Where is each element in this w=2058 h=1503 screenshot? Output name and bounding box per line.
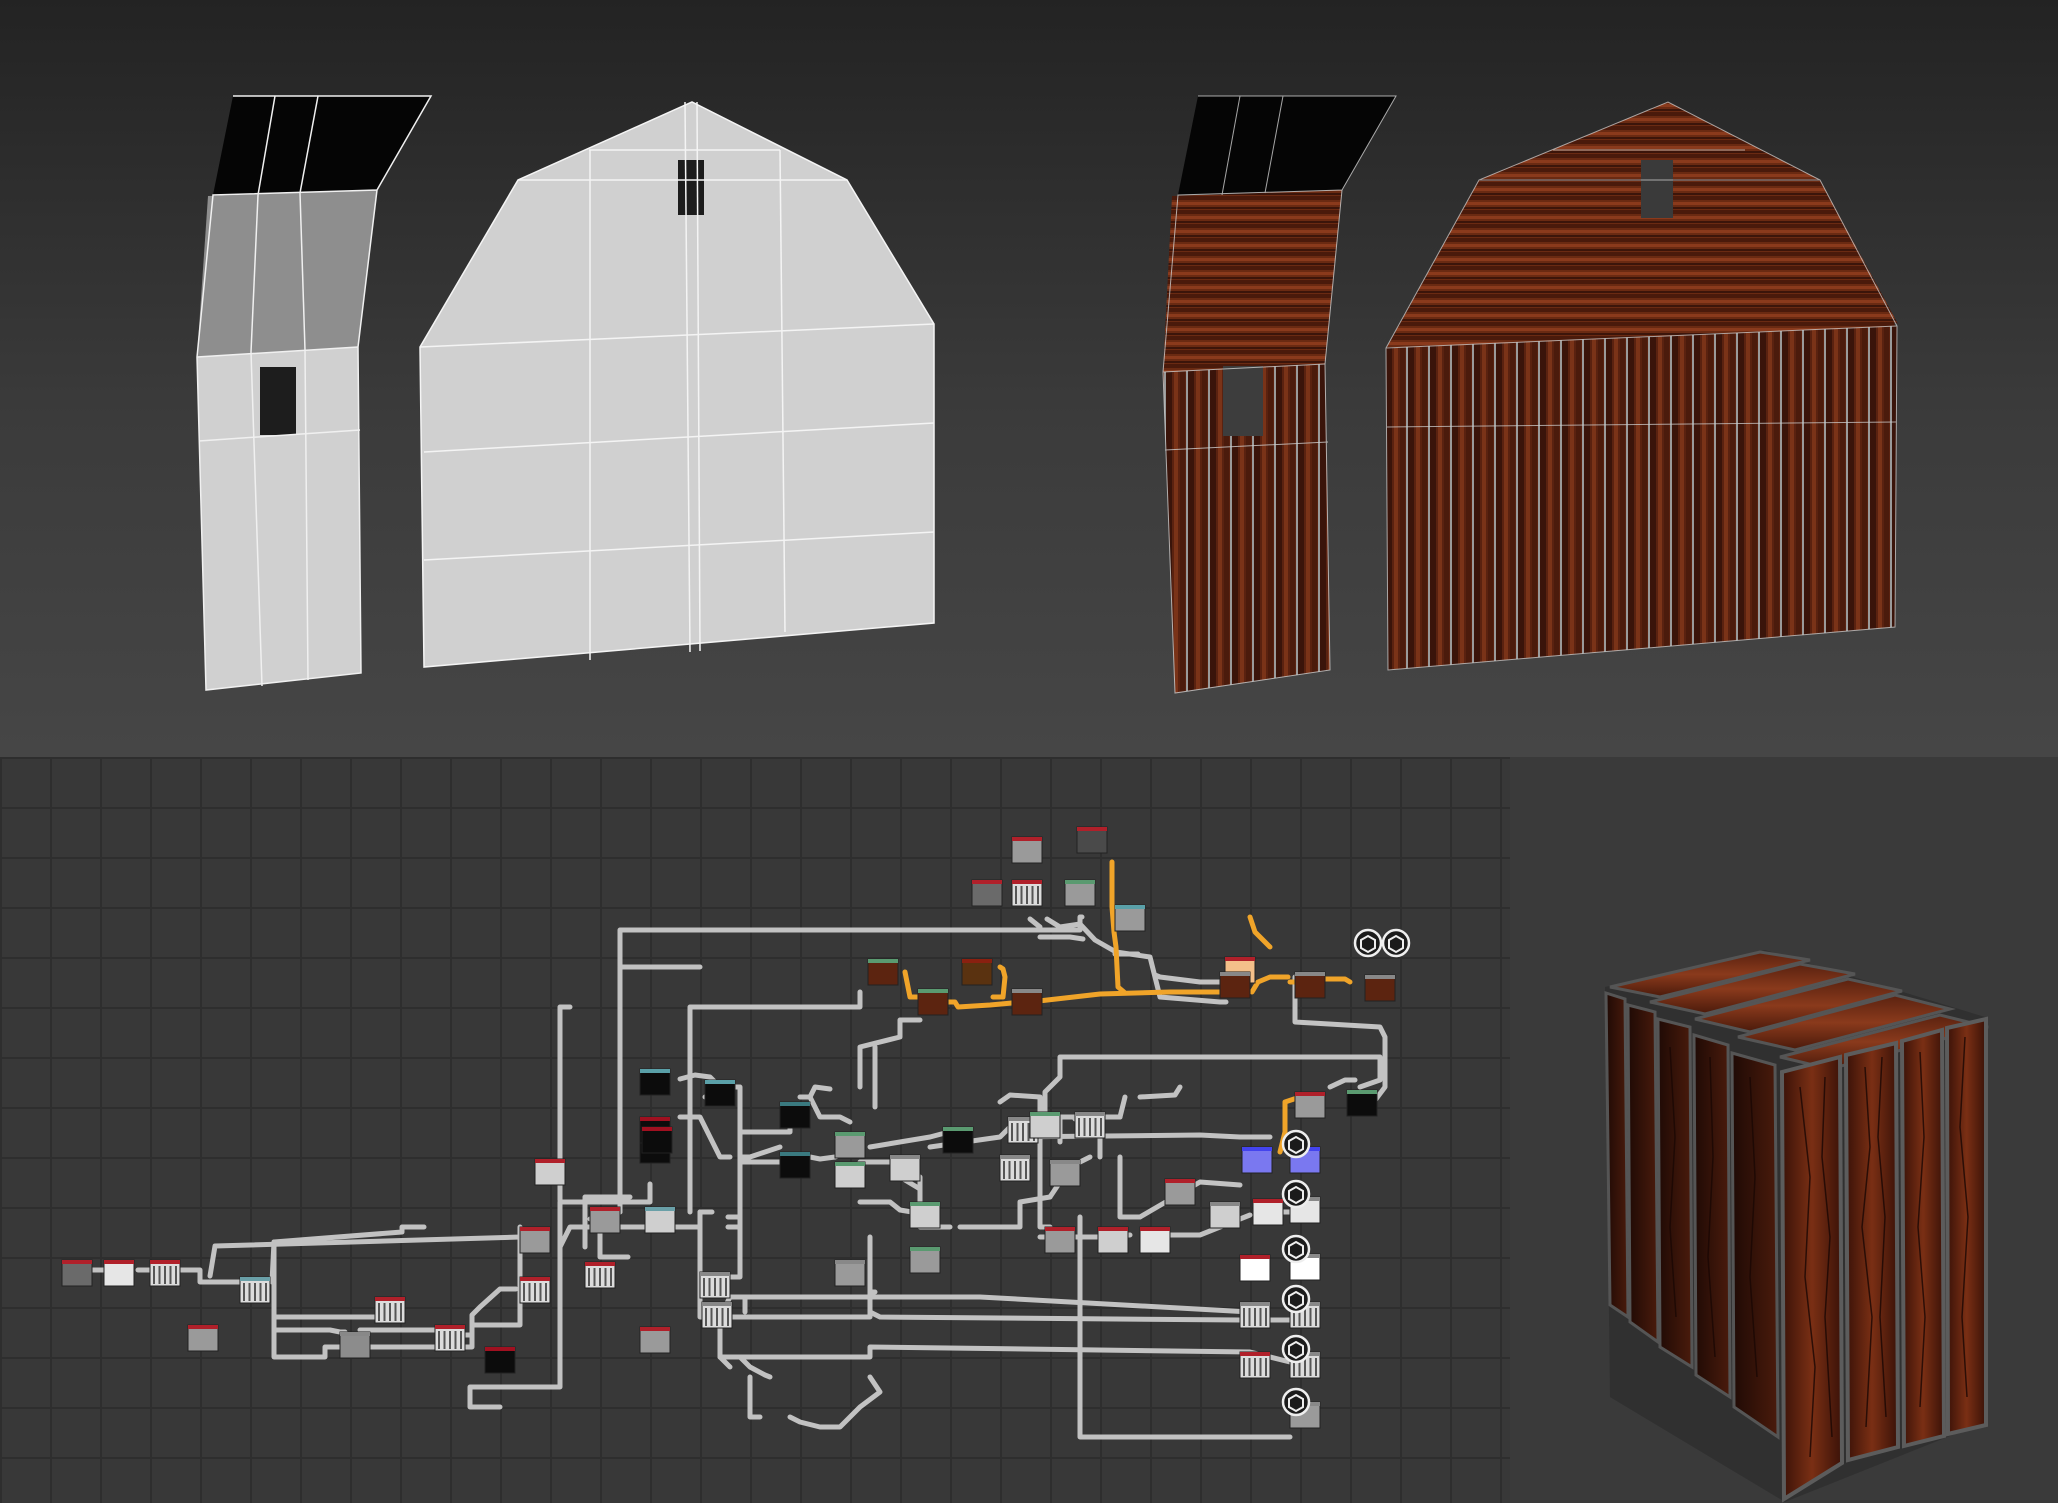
graph-node[interactable] (942, 1126, 974, 1154)
graph-node[interactable] (434, 1324, 466, 1352)
graph-node[interactable] (1011, 988, 1043, 1016)
output-node-icon[interactable] (1281, 1284, 1311, 1314)
graph-node[interactable] (999, 1154, 1031, 1182)
graph-node[interactable] (889, 1154, 921, 1182)
graph-node[interactable] (1239, 1301, 1271, 1329)
graph-node[interactable] (779, 1151, 811, 1179)
graph-node[interactable] (1241, 1146, 1273, 1174)
output-node-icon[interactable] (1353, 928, 1383, 958)
graph-node[interactable] (1029, 1111, 1061, 1139)
graph-node[interactable] (1076, 826, 1108, 854)
material-preview[interactable] (1510, 757, 2058, 1503)
graph-node[interactable] (834, 1161, 866, 1189)
graph-node[interactable] (1064, 879, 1096, 907)
graph-node[interactable] (1252, 1198, 1284, 1226)
graph-node[interactable] (374, 1296, 406, 1324)
graph-node[interactable] (834, 1259, 866, 1287)
preview-cube[interactable] (1604, 950, 1989, 1503)
graph-node[interactable] (1044, 1226, 1076, 1254)
node-graph[interactable] (0, 757, 1510, 1503)
graph-node[interactable] (519, 1226, 551, 1254)
checker-node-icon[interactable] (1381, 928, 1411, 958)
graph-node[interactable] (589, 1206, 621, 1234)
graph-node[interactable] (519, 1276, 551, 1304)
graph-node[interactable] (1346, 1089, 1378, 1117)
graph-node[interactable] (834, 1131, 866, 1159)
graph-node[interactable] (917, 988, 949, 1016)
graph-node[interactable] (909, 1246, 941, 1274)
3d-viewport[interactable] (0, 0, 2058, 757)
graph-node[interactable] (1097, 1226, 1129, 1254)
gable-wall-mesh-untextured[interactable] (419, 101, 935, 668)
graph-node[interactable] (1164, 1178, 1196, 1206)
side-wall-mesh-textured[interactable] (1162, 95, 1397, 694)
graph-node[interactable] (704, 1079, 736, 1107)
graph-node[interactable] (1011, 879, 1043, 907)
gable-wall-mesh-textured[interactable] (1385, 101, 1898, 671)
graph-node[interactable] (149, 1259, 181, 1287)
graph-node[interactable] (639, 1326, 671, 1354)
graph-node[interactable] (103, 1259, 135, 1287)
graph-node[interactable] (1074, 1111, 1106, 1139)
graph-node[interactable] (61, 1259, 93, 1287)
graph-node[interactable] (484, 1346, 516, 1374)
graph-node[interactable] (1209, 1201, 1241, 1229)
graph-node[interactable] (1294, 971, 1326, 999)
graph-node[interactable] (1139, 1226, 1171, 1254)
graph-node[interactable] (239, 1276, 271, 1304)
graph-node[interactable] (644, 1206, 676, 1234)
graph-node[interactable] (1239, 1351, 1271, 1379)
graph-node[interactable] (187, 1324, 219, 1352)
output-node-icon[interactable] (1281, 1334, 1311, 1364)
graph-node[interactable] (1239, 1254, 1271, 1282)
graph-node[interactable] (584, 1261, 616, 1289)
side-wall-mesh-untextured[interactable] (196, 95, 433, 691)
graph-node[interactable] (1294, 1091, 1326, 1119)
graph-node[interactable] (1114, 904, 1146, 932)
graph-node[interactable] (961, 958, 993, 986)
output-node-icon[interactable] (1281, 1234, 1311, 1264)
graph-node[interactable] (971, 879, 1003, 907)
graph-node[interactable] (701, 1301, 733, 1329)
output-node-icon[interactable] (1281, 1129, 1311, 1159)
graph-node[interactable] (339, 1331, 371, 1359)
graph-node[interactable] (779, 1101, 811, 1129)
graph-node[interactable] (1049, 1159, 1081, 1187)
graph-node[interactable] (867, 958, 899, 986)
graph-node[interactable] (1364, 974, 1396, 1002)
graph-node[interactable] (641, 1126, 673, 1154)
graph-node[interactable] (1011, 836, 1043, 864)
graph-node[interactable] (699, 1271, 731, 1299)
graph-node[interactable] (534, 1158, 566, 1186)
graph-wire (89, 914, 1388, 1440)
graph-node[interactable] (1219, 971, 1251, 999)
output-node-icon[interactable] (1281, 1179, 1311, 1209)
graph-node[interactable] (639, 1068, 671, 1096)
output-node-icon[interactable] (1281, 1387, 1311, 1417)
graph-node[interactable] (909, 1201, 941, 1229)
